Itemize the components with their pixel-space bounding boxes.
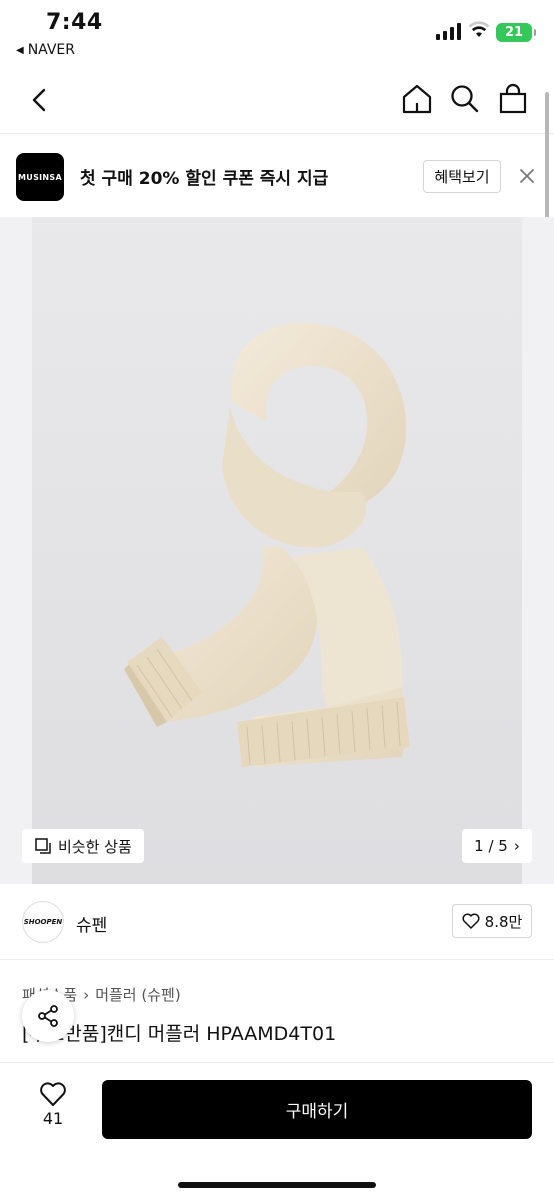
promo-banner[interactable]: MUSINSA 첫 구매 20% 할인 쿠폰 즉시 지급 혜택보기 [0, 135, 554, 217]
cellular-signal-icon [436, 22, 461, 40]
shopping-bag-icon[interactable] [496, 82, 530, 116]
wifi-icon [468, 21, 490, 37]
home-indicator[interactable] [178, 1182, 376, 1188]
scarf-image [124, 322, 410, 767]
musinsa-logo: MUSINSA [16, 153, 64, 201]
search-icon[interactable] [448, 82, 482, 116]
bottom-action-bar: 41 구매하기 [0, 1062, 554, 1200]
chevron-right-icon: › [513, 837, 520, 855]
product-image-gallery[interactable]: 비슷한 상품 1 / 5 › [0, 217, 554, 884]
brand-logo[interactable]: SHOOPEN [22, 901, 64, 943]
battery-indicator: 21 [496, 23, 536, 42]
promo-message: 첫 구매 20% 할인 쿠폰 즉시 지급 [80, 169, 329, 189]
heart-icon [40, 1082, 66, 1106]
similar-products-button[interactable]: 비슷한 상품 [22, 829, 144, 863]
heart-icon [462, 913, 480, 929]
view-benefits-button[interactable]: 혜택보기 [423, 160, 501, 193]
breadcrumb-separator-icon: › [83, 985, 90, 1004]
share-button[interactable] [22, 990, 74, 1042]
favorite-count: 41 [42, 1109, 64, 1128]
share-icon [38, 1005, 58, 1027]
status-time: 7:44 [46, 10, 103, 35]
pager-text: 1 / 5 [474, 837, 508, 855]
favorite-button[interactable]: 41 [30, 1081, 76, 1128]
breadcrumb-subcategory[interactable]: 머플러 (슈펜) [95, 984, 180, 1005]
status-bar: 7:44 ◀ NAVER 21 [0, 0, 554, 66]
brand-row[interactable]: SHOOPEN 슈펜 8.8만 [0, 884, 554, 960]
brand-like-count: 8.8만 [484, 912, 523, 931]
copy-icon [35, 838, 51, 854]
back-triangle-icon: ◀ [16, 44, 24, 56]
chevron-left-icon[interactable] [26, 84, 56, 116]
top-navigation [0, 66, 554, 134]
back-app-label: NAVER [27, 42, 76, 58]
home-icon[interactable] [400, 82, 434, 116]
buy-button[interactable]: 구매하기 [102, 1080, 532, 1139]
close-icon[interactable] [516, 165, 538, 187]
similar-products-label: 비슷한 상품 [58, 837, 132, 856]
image-pager[interactable]: 1 / 5 › [462, 829, 532, 863]
product-photo[interactable] [32, 217, 522, 884]
brand-name[interactable]: 슈펜 [76, 911, 107, 936]
brand-like-button[interactable]: 8.8만 [452, 904, 532, 938]
back-to-app-link[interactable]: ◀ NAVER [16, 42, 75, 58]
